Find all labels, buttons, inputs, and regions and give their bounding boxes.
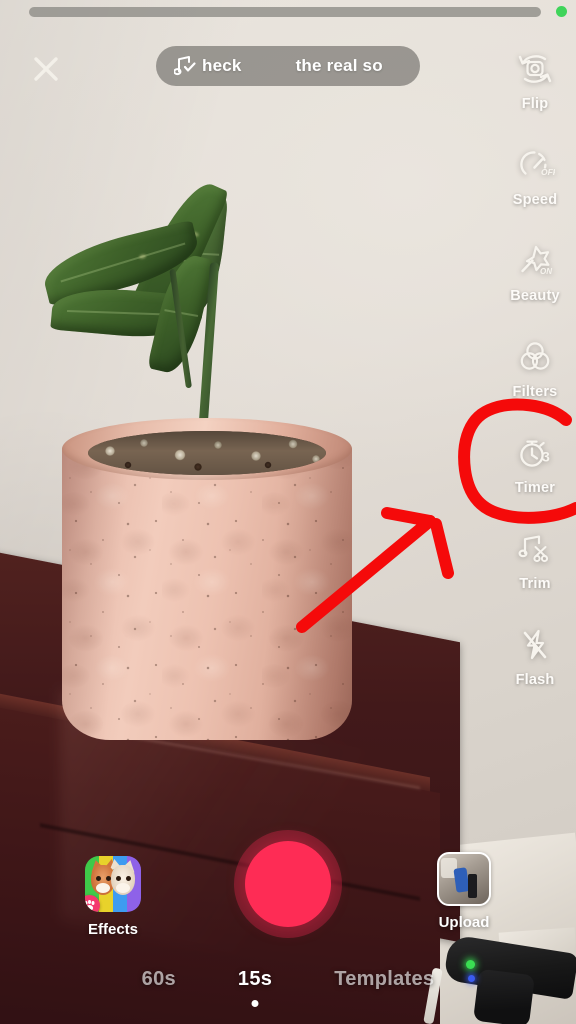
stopwatch-icon: 3 bbox=[514, 430, 556, 476]
tool-flash[interactable]: Flash bbox=[494, 616, 576, 712]
music-note-check-icon bbox=[174, 54, 200, 78]
tool-beauty[interactable]: ON Beauty bbox=[494, 232, 576, 328]
svg-text:OFF: OFF bbox=[541, 167, 555, 177]
camera-ui-overlay: heck the real so Flip OF Speed ON Beauty… bbox=[0, 0, 576, 1024]
tiktok-camera-screen: heck the real so Flip OF Speed ON Beauty… bbox=[0, 0, 576, 1024]
tool-timer-label: Timer bbox=[514, 480, 556, 496]
snout bbox=[116, 883, 130, 893]
tool-speed-label: Speed bbox=[512, 192, 558, 208]
effects-face-icon bbox=[85, 856, 141, 912]
eye bbox=[116, 876, 121, 881]
paw-badge bbox=[85, 895, 100, 912]
mode-templates[interactable]: Templates bbox=[330, 966, 438, 993]
tool-trim-label: Trim bbox=[519, 576, 551, 592]
upload-button[interactable]: Upload bbox=[428, 852, 500, 931]
effects-label: Effects bbox=[87, 921, 139, 938]
svg-text:ON: ON bbox=[540, 267, 552, 276]
tool-filters-label: Filters bbox=[512, 384, 558, 400]
record-button[interactable] bbox=[234, 830, 342, 938]
recording-progress-bar[interactable] bbox=[29, 7, 541, 17]
music-scissors-icon bbox=[515, 526, 555, 572]
tool-flip-label: Flip bbox=[521, 96, 549, 112]
speedometer-icon: OFF bbox=[515, 142, 555, 188]
close-icon bbox=[34, 57, 58, 81]
mode-selector: 60s 15s Templates bbox=[0, 966, 576, 1007]
gallery-thumbnail bbox=[437, 852, 491, 906]
mode-active-indicator bbox=[251, 1000, 259, 1007]
effects-button[interactable]: Effects bbox=[76, 856, 150, 938]
music-selector-pill[interactable]: heck the real so bbox=[156, 46, 420, 86]
upload-label: Upload bbox=[438, 914, 490, 931]
annotation-arrow-shaft bbox=[296, 515, 436, 633]
mode-15s-label: 15s bbox=[237, 968, 273, 990]
record-button-core bbox=[245, 841, 331, 927]
tool-rail: Flip OFF Speed bbox=[494, 40, 576, 712]
tool-filters[interactable]: Filters bbox=[494, 328, 576, 424]
close-button[interactable] bbox=[23, 46, 69, 92]
music-title-part1: heck bbox=[202, 56, 242, 75]
paw-icon bbox=[85, 900, 95, 911]
magic-wand-icon: ON bbox=[515, 238, 555, 284]
eye bbox=[126, 876, 131, 881]
cat-face-half bbox=[111, 865, 135, 895]
tool-beauty-label: Beauty bbox=[510, 288, 560, 304]
filters-circles-icon bbox=[515, 334, 555, 380]
thumb-shape bbox=[468, 874, 477, 898]
camera-flip-icon bbox=[515, 46, 555, 92]
snout bbox=[96, 883, 110, 893]
mode-15s[interactable]: 15s bbox=[234, 966, 276, 1007]
top-bar bbox=[0, 0, 576, 24]
recording-indicator-dot bbox=[556, 6, 567, 17]
eye bbox=[96, 876, 101, 881]
tool-flip[interactable]: Flip bbox=[494, 40, 576, 136]
svg-text:3: 3 bbox=[542, 449, 550, 465]
tool-trim[interactable]: Trim bbox=[494, 520, 576, 616]
annotation-arrow-head-left bbox=[381, 507, 436, 527]
tool-timer[interactable]: 3 Timer bbox=[494, 424, 576, 520]
tool-speed[interactable]: OFF Speed bbox=[494, 136, 576, 232]
mode-60s[interactable]: 60s bbox=[138, 966, 180, 993]
flash-off-icon bbox=[515, 622, 555, 668]
music-title-part2: the real so bbox=[295, 56, 383, 75]
tool-flash-label: Flash bbox=[515, 672, 555, 688]
annotation-arrow-head-right bbox=[430, 518, 454, 579]
